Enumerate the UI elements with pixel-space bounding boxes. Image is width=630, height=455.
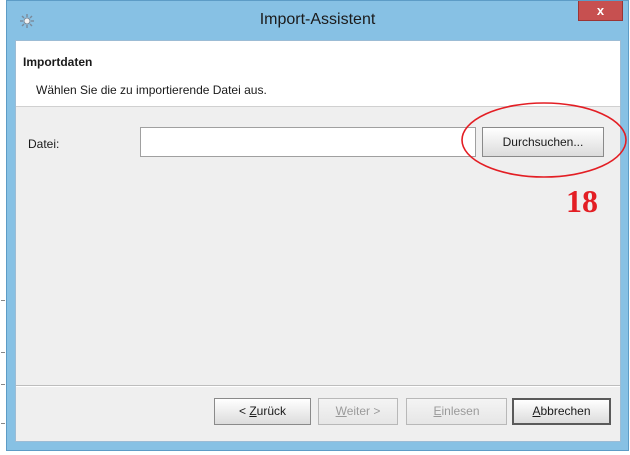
close-button[interactable]: x <box>578 1 623 21</box>
load-button[interactable]: Einlesen <box>406 398 507 425</box>
back-button-prefix: < <box>238 404 250 418</box>
back-button[interactable]: < Zurück <box>214 398 311 425</box>
button-separator <box>16 385 620 387</box>
annotation-circle <box>461 102 627 178</box>
load-button-label: inlesen <box>441 404 480 418</box>
next-button[interactable]: Weiter > <box>318 398 398 425</box>
wizard-header: Importdaten Wählen Sie die zu importiere… <box>16 41 620 107</box>
back-button-label: urück <box>256 404 287 418</box>
title-bar[interactable]: Import-Assistent x <box>7 1 628 41</box>
window-title: Import-Assistent <box>259 11 376 28</box>
cancel-button[interactable]: Abbrechen <box>512 398 611 425</box>
close-icon: x <box>596 3 605 18</box>
edge-mark <box>1 423 5 424</box>
annotation-number: 18 <box>566 183 598 219</box>
cancel-button-label: bbrechen <box>540 404 591 418</box>
file-label: Datei: <box>28 137 60 151</box>
import-wizard-window: Import-Assistent x Importdaten Wählen Si… <box>6 0 629 451</box>
step-title: Importdaten <box>23 55 93 69</box>
step-description: Wählen Sie die zu importierende Datei au… <box>36 83 267 97</box>
edge-mark <box>1 352 5 353</box>
next-button-label: eiter > <box>346 404 381 418</box>
next-button-mnemonic: W <box>335 404 347 418</box>
back-button-mnemonic: Z <box>249 404 257 418</box>
edge-mark <box>1 384 5 385</box>
file-path-input[interactable] <box>140 127 476 157</box>
edge-mark <box>1 300 5 301</box>
